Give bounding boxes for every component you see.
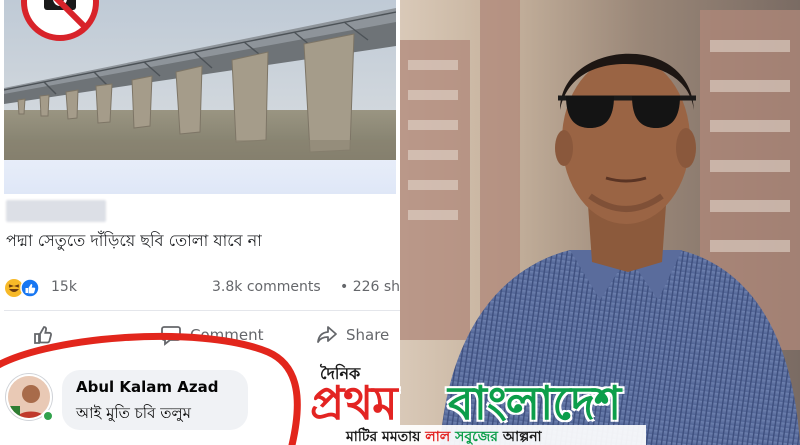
shares-count[interactable]: • 226 share [340,279,400,295]
post-text: পদ্মা সেতুতে দাঁড়িয়ে ছবি তোলা যাবে না [6,231,262,250]
logo-tagline: মাটির মমতায় লাল সবুজের আল্পনা [346,425,542,445]
post-actions: Comment Share [4,322,400,354]
online-status-indicator [42,410,54,422]
share-label: Share [346,326,390,344]
comment-icon [161,326,181,346]
comment-text: আই মুতি চবি তলুম [76,404,191,422]
blurred-page-name [6,200,106,222]
comment-label: Comment [190,326,264,344]
comment-button[interactable]: Comment [160,324,264,346]
commenter-name[interactable]: Abul Kalam Azad [76,378,218,396]
comments-count[interactable]: 3.8k comments [212,279,321,295]
tagline-part2: আল্পনা [502,429,542,445]
reaction-icons[interactable] [4,278,46,298]
comment-bubble: Abul Kalam Azad আই মুতি চবি তলুম [62,370,248,430]
share-button[interactable]: Share [316,324,389,346]
like-button[interactable] [32,324,62,346]
tagline-green: সবুজের [455,429,498,445]
share-icon [317,326,337,343]
divider [4,310,400,311]
post-image-padma-bridge[interactable] [4,0,396,160]
prothom-bangladesh-logo: দৈনিক প্রথম বাংলাদেশ মাটির মমতায় লাল সব… [300,355,730,445]
tagline-red: লাল [425,429,451,445]
like-icon [20,278,40,298]
tagline-part1: মাটির মমতায় [346,429,421,445]
reactions-bar[interactable]: 15k 3.8k comments • 226 share [4,278,400,298]
like-outline-icon [34,326,52,344]
news-ticker-bar [4,160,396,194]
reaction-count[interactable]: 15k [51,279,77,295]
no-camera-icon [21,0,99,41]
